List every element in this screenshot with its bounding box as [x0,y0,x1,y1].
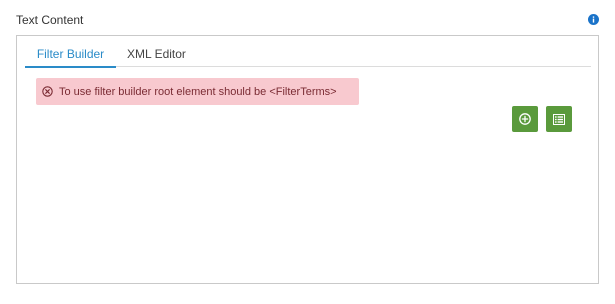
error-alert: To use filter builder root element shoul… [36,78,359,105]
info-icon[interactable] [588,14,599,25]
text-content-panel: Filter Builder XML Editor To use filter … [16,35,599,284]
error-circle-icon [42,86,53,97]
add-filter-button[interactable] [512,106,538,132]
filter-list-button[interactable] [546,106,572,132]
field-label: Text Content [16,13,84,27]
alert-message: To use filter builder root element shoul… [59,85,337,98]
tab-xml-editor[interactable]: XML Editor [127,46,186,67]
tab-filter-builder[interactable]: Filter Builder [25,46,116,68]
editor-tabs: Filter Builder XML Editor [25,46,591,68]
list-icon [553,113,565,125]
plus-circle-icon [519,113,531,125]
